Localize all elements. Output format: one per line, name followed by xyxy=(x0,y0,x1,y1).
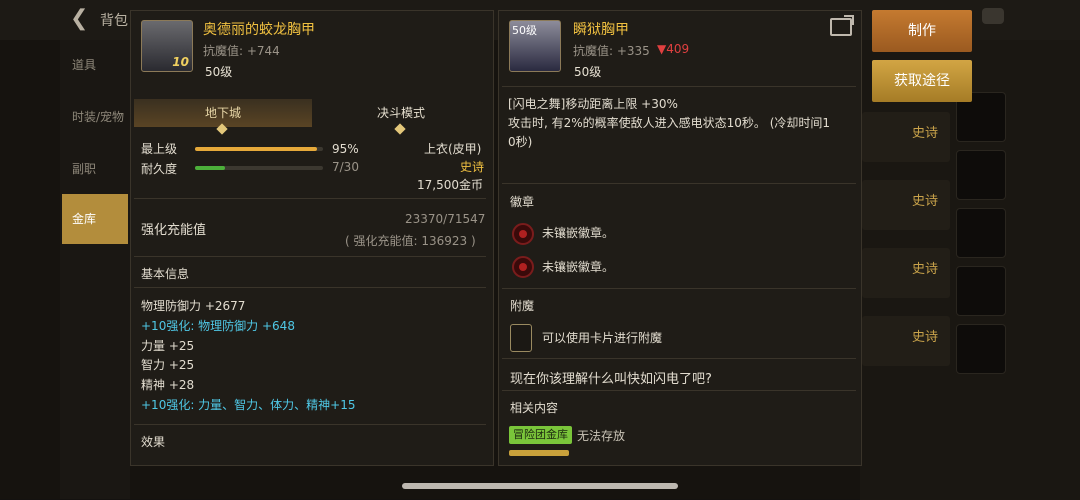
item-icon: 10 xyxy=(141,20,193,72)
item-description: [闪电之舞]移动距离上限 +30% 攻击时, 有2%的概率使敌人进入感电状态10秒… xyxy=(508,95,853,152)
basic-info-title: 基本信息 xyxy=(141,267,190,281)
item-price: 17,500金币 xyxy=(417,178,483,192)
charge-sub: ( 强化充能值: 136923 ) xyxy=(345,234,476,248)
item-resist: 抗魔值: +744 xyxy=(203,44,280,58)
divider xyxy=(134,424,486,425)
sidebar-item-costume[interactable]: 时装/宠物 xyxy=(62,108,138,125)
item-icon-badge: 50级 xyxy=(512,24,537,37)
stat-line: 物理防御力 +2677 xyxy=(141,299,246,313)
grade-value: 95% xyxy=(332,142,359,156)
divider xyxy=(134,256,486,257)
tab-pvp[interactable]: 决斗模式 xyxy=(312,99,490,135)
card-slot[interactable] xyxy=(510,324,532,352)
grade-label: 最上级 xyxy=(141,142,178,156)
durability-value: 7/30 xyxy=(332,160,359,174)
inventory-slot[interactable] xyxy=(956,266,1006,316)
stat-line: 精神 +28 xyxy=(141,378,195,393)
home-indicator[interactable] xyxy=(402,483,678,489)
flavor-text: 现在你该理解什么叫快如闪电了吧? xyxy=(510,372,712,387)
badge-slot-label: 未镶嵌徽章。 xyxy=(542,226,615,240)
divider xyxy=(502,390,856,391)
inventory-slot[interactable] xyxy=(956,324,1006,374)
chat-icon[interactable] xyxy=(982,8,1004,24)
obtain-button[interactable]: 获取途径 xyxy=(872,60,972,102)
craft-button[interactable]: 制作 xyxy=(872,10,972,52)
badge-title: 徽章 xyxy=(510,195,535,209)
divider xyxy=(502,358,856,359)
item-rarity: 史诗 xyxy=(460,160,485,174)
durability-label: 耐久度 xyxy=(141,162,178,176)
mode-tabs: 地下城 决斗模式 xyxy=(134,99,490,135)
badge-slot-icon[interactable] xyxy=(512,223,534,245)
share-icon[interactable] xyxy=(830,15,854,36)
item-level: 50级 xyxy=(574,65,602,79)
related-title: 相关内容 xyxy=(510,401,559,415)
durability-bar xyxy=(195,166,323,170)
sidebar-item-subjob[interactable]: 副职 xyxy=(62,160,138,177)
divider xyxy=(502,183,856,184)
description-line: 攻击时, 有2%的概率使敌人进入感电状态10秒。 (冷却时间1 xyxy=(508,116,831,130)
inventory-slot[interactable] xyxy=(956,150,1006,200)
badge-slot-label: 未镶嵌徽章。 xyxy=(542,260,615,274)
item-type: 上衣(皮甲) xyxy=(424,142,482,156)
divider xyxy=(134,287,486,288)
vault-tag: 冒险团金库 xyxy=(509,426,572,444)
sidebar-item-vault[interactable]: 金库 xyxy=(62,194,128,244)
charge-label: 强化充能值 xyxy=(141,223,207,238)
description-line: [闪电之舞]移动距离上限 +30% xyxy=(508,97,678,111)
divider xyxy=(502,86,856,87)
stat-line: +10强化: 力量、智力、体力、精神+15 xyxy=(141,397,356,412)
stats-list: 物理防御力 +2677 +10强化: 物理防御力 +648 力量 +25 智力 +25… xyxy=(141,297,356,416)
inventory-slot[interactable] xyxy=(956,208,1006,258)
item-name: 瞬狱胸甲 xyxy=(573,22,629,38)
badge-slot-icon[interactable] xyxy=(512,256,534,278)
inventory-row[interactable]: 史诗 xyxy=(862,180,950,230)
tab-dungeon[interactable]: 地下城 xyxy=(134,99,312,135)
item-icon-badge: 10 xyxy=(172,55,189,69)
inventory-row[interactable]: 史诗 xyxy=(862,248,950,298)
item-icon: 50级 xyxy=(509,20,561,72)
divider xyxy=(134,198,486,199)
item-resist: 抗魔值: +335 xyxy=(573,44,650,58)
back-arrow-icon[interactable]: ❮ xyxy=(70,6,88,31)
resist-diff: ▼409 xyxy=(657,42,690,56)
enchant-text: 可以使用卡片进行附魔 xyxy=(542,331,663,345)
item-level: 50级 xyxy=(205,65,233,79)
inventory-row[interactable]: 史诗 xyxy=(862,316,950,366)
stat-line: 智力 +25 xyxy=(141,358,195,373)
grade-bar xyxy=(195,147,323,151)
divider xyxy=(502,288,856,289)
description-line: 0秒) xyxy=(508,135,533,149)
stat-line: 力量 +25 xyxy=(141,338,195,353)
inventory-row[interactable]: 史诗 xyxy=(862,112,950,162)
effect-title: 效果 xyxy=(141,435,166,449)
enchant-title: 附魔 xyxy=(510,299,535,313)
charge-value: 23370/71547 xyxy=(405,212,486,226)
item-name: 奥德丽的蛟龙胸甲 xyxy=(203,22,315,38)
related-tag-partial xyxy=(509,450,569,456)
sidebar-item-items[interactable]: 道具 xyxy=(62,56,138,73)
stat-line: +10强化: 物理防御力 +648 xyxy=(141,318,295,333)
back-label: 背包 xyxy=(100,13,128,29)
related-text: 无法存放 xyxy=(577,429,626,443)
